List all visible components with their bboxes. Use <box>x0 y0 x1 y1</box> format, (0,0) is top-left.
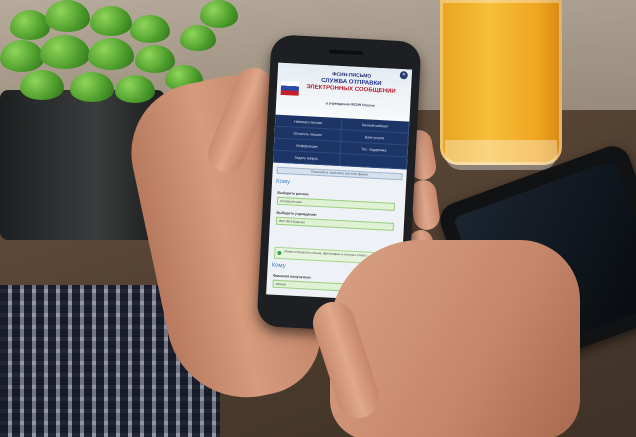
institution-select[interactable]: ФКУ ИК-5 Барнаул <box>275 216 395 231</box>
nav-menu: Написать письмо Личный кабинет Оплатить … <box>273 114 410 170</box>
region-select[interactable]: Алтайский край <box>276 196 396 211</box>
nav-item-question[interactable]: Задать вопрос <box>273 150 341 167</box>
russian-flag-icon <box>280 80 300 96</box>
notice-banner: Пожалуйста, заполните все поля формы <box>276 166 403 181</box>
section-title-to: Кому <box>275 178 291 186</box>
phone-earpiece <box>328 49 363 56</box>
nav-item-empty <box>339 154 408 170</box>
region-label: Выберите регион: <box>277 190 310 197</box>
institution-label: Выберите учреждение: <box>276 210 318 217</box>
photo-scene: ФСИН-ПИСЬМО СЛУЖБА ОТПРАВКИ ЭЛЕКТРОННЫХ … <box>0 0 636 437</box>
glass-base <box>445 140 557 170</box>
surname-label: Фамилия получателя: <box>273 273 312 280</box>
section-title-recipient: Кому <box>271 262 286 270</box>
close-icon[interactable]: × <box>399 71 408 80</box>
header-subtitle: в учреждения ФСИН России <box>325 101 375 108</box>
site-header: ФСИН-ПИСЬМО СЛУЖБА ОТПРАВКИ ЭЛЕКТРОННЫХ … <box>275 62 413 122</box>
check-icon <box>277 250 282 256</box>
